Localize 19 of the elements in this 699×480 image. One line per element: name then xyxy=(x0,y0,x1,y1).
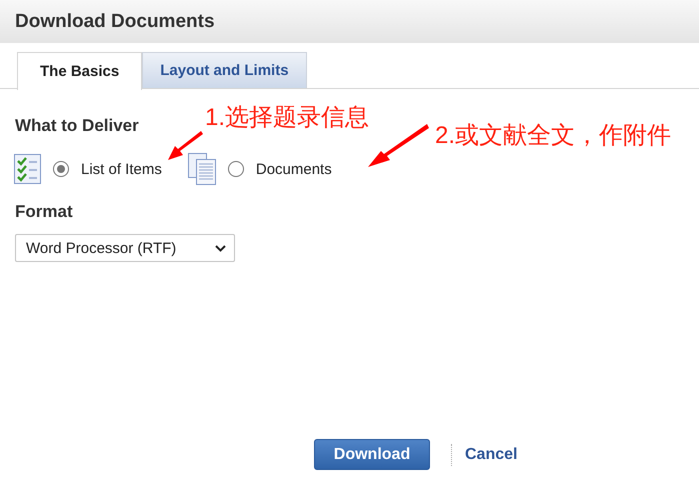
annotation-text: 2.或文献全文，作附件 xyxy=(435,121,672,151)
chevron-icon xyxy=(215,244,226,252)
tab[interactable]: The Basics xyxy=(17,52,142,90)
format-dropdown[interactable]: Word Processor (RTF) xyxy=(15,234,235,262)
cancel-link[interactable]: Cancel xyxy=(465,446,518,464)
arrow xyxy=(168,131,203,160)
section-heading: What to Deliver xyxy=(15,116,139,136)
option-label: Documents xyxy=(256,160,332,178)
section-heading: Format xyxy=(15,202,73,222)
radio-button[interactable] xyxy=(53,161,69,177)
window-title: Download Documents xyxy=(15,10,215,32)
option-label: List of Items xyxy=(81,160,162,178)
radio-button[interactable] xyxy=(228,161,244,177)
annotation-text: 1.选择题录信息 xyxy=(205,103,370,133)
tab[interactable]: Layout and Limits xyxy=(142,52,307,88)
arrow xyxy=(368,124,429,167)
download-button[interactable]: Download xyxy=(314,439,430,470)
documents-icon xyxy=(188,153,216,185)
checklist-icon xyxy=(14,154,41,184)
